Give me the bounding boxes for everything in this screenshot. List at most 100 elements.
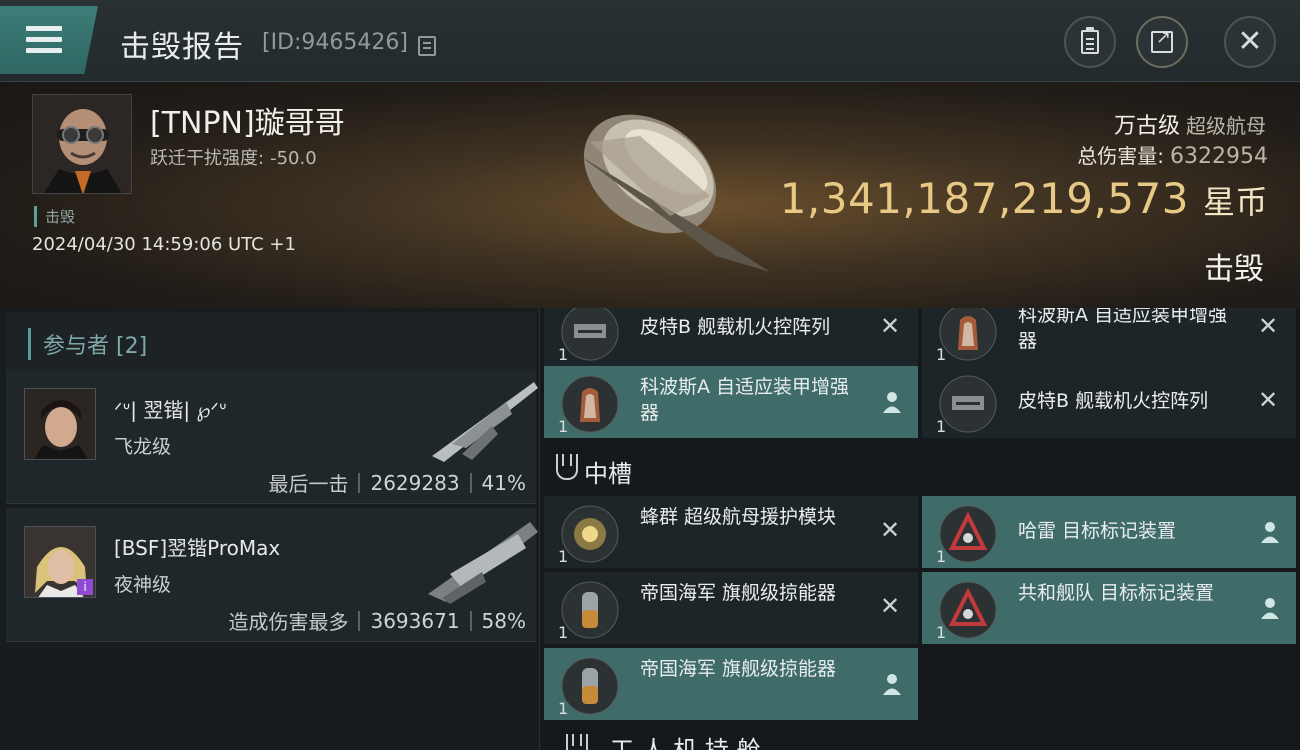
x-icon[interactable]: ✕ [1256, 388, 1280, 412]
participant-note: 造成伤害最多 [228, 610, 349, 634]
target-painter-icon [939, 505, 997, 563]
participant-card[interactable]: i [BSF]翌锴ProMax 夜神级 造成伤害最多 3693671 58% [6, 508, 538, 642]
mid-slot-section: 中槽 [544, 444, 1300, 494]
module-item[interactable]: 1 蜂群 超级航母援护模块 ✕ [544, 496, 918, 568]
warp-value: -50.0 [270, 148, 317, 169]
energy-vampire-icon [561, 581, 619, 639]
kill-id: [ID:9465426] [262, 30, 408, 55]
participant-ship: 夜神级 [114, 574, 172, 596]
module-qty: 1 [558, 623, 569, 642]
mid-slot-icon [556, 454, 578, 480]
victim-banner: [TNPN]璇哥哥 跃迁干扰强度: -50.0 击毁 2024/04/30 14:… [0, 82, 1300, 308]
person-icon[interactable] [882, 672, 902, 696]
energy-vampire-icon [561, 657, 619, 715]
module-qty: 1 [936, 345, 947, 364]
kill-datetime: 2024/04/30 14:59:06 UTC +1 [32, 234, 296, 255]
drone-bay-section: 工 人 机 持 舱 [544, 730, 1300, 750]
participant-avatar[interactable]: i [24, 526, 96, 598]
copy-icon[interactable] [418, 36, 436, 56]
divider [358, 610, 361, 631]
total-damage: 总伤害量: 6322954 [1077, 140, 1268, 169]
participant-ship-image [432, 382, 538, 462]
module-item[interactable]: 1 共和舰队 目标标记装置 [922, 572, 1296, 644]
share-button[interactable] [1136, 16, 1188, 68]
participant-avatar[interactable] [24, 388, 96, 460]
person-icon[interactable] [1260, 596, 1280, 620]
armor-hardener-icon [561, 375, 619, 433]
status-tag: 击毁 [34, 206, 75, 227]
section-label: 中槽 [584, 460, 632, 488]
module-name: 科波斯A 自适应装甲增强器 [1018, 308, 1228, 352]
share-icon [1151, 27, 1173, 53]
menu-button[interactable] [0, 6, 98, 74]
close-icon: ✕ [1237, 24, 1263, 59]
victim-avatar[interactable] [32, 94, 132, 194]
participant-note: 最后一击 [268, 472, 349, 496]
participant-card[interactable]: ᐟᐡ| 翌锴| ℘ᐟᐡ 飞龙级 最后一击 2629283 41% [6, 370, 538, 504]
module-name: 科波斯A 自适应装甲增强器 [640, 376, 850, 424]
module-name: 哈雷 目标标记装置 [1018, 520, 1177, 542]
role-badge-icon: i [77, 579, 93, 595]
support-module-icon [561, 505, 619, 563]
participant-ship-image [428, 522, 538, 604]
participant-name: ᐟᐡ| 翌锴| ℘ᐟᐡ [114, 398, 227, 422]
x-icon[interactable]: ✕ [878, 314, 902, 338]
fighter-control-icon [561, 308, 619, 361]
module-item[interactable]: 1 皮特B 舰载机火控阵列 ✕ [544, 308, 918, 366]
participant-stats: 最后一击 2629283 41% [268, 468, 526, 497]
isk-value: 1,341,187,219,573 星币 [780, 174, 1268, 223]
module-qty: 1 [936, 417, 947, 436]
menu-icon [26, 26, 62, 54]
fitting-panel: 1 皮特B 舰载机火控阵列 ✕ 1 科波斯A 自适应装甲增强器 ✕ 1 科波斯A… [544, 308, 1300, 750]
module-name: 皮特B 舰载机火控阵列 [1018, 390, 1209, 412]
victim-ship-class[interactable]: 万古级 超级航母 [1114, 108, 1266, 140]
warp-label: 跃迁干扰强度: [150, 148, 265, 169]
isk-amount: 1,341,187,219,573 [779, 174, 1189, 223]
total-damage-value: 6322954 [1170, 144, 1268, 169]
ship-type: 超级航母 [1186, 114, 1266, 138]
participant-stats: 造成伤害最多 3693671 58% [228, 606, 526, 635]
ship-name: 万古级 [1113, 114, 1180, 139]
victim-name[interactable]: [TNPN]璇哥哥 [150, 98, 345, 142]
top-bar: 击毁报告 [ID:9465426] ✕ [0, 0, 1300, 82]
participant-percent: 41% [481, 470, 526, 495]
module-item[interactable]: 1 哈雷 目标标记装置 [922, 496, 1296, 568]
armor-hardener-icon [939, 308, 997, 361]
person-icon[interactable] [1260, 520, 1280, 544]
clipboard-icon [1081, 27, 1099, 54]
participant-name: [BSF]翌锴ProMax [114, 536, 281, 560]
x-icon[interactable]: ✕ [878, 594, 902, 618]
result-label: 击毁 [1204, 252, 1264, 287]
module-qty: 1 [558, 547, 569, 566]
module-qty: 1 [558, 345, 569, 364]
divider [469, 610, 472, 631]
module-item[interactable]: 1 科波斯A 自适应装甲增强器 [544, 366, 918, 438]
module-name: 皮特B 舰载机火控阵列 [640, 316, 831, 338]
participant-percent: 58% [481, 608, 526, 633]
close-button[interactable]: ✕ [1224, 16, 1276, 68]
page-title: 击毁报告 [120, 30, 244, 65]
fighter-control-icon [939, 375, 997, 433]
module-item[interactable]: 1 科波斯A 自适应装甲增强器 ✕ [922, 308, 1296, 366]
module-name: 帝国海军 旗舰级掠能器 [640, 582, 837, 604]
x-icon[interactable]: ✕ [1256, 314, 1280, 338]
module-item[interactable]: 1 帝国海军 旗舰级掠能器 [544, 648, 918, 720]
person-icon[interactable] [882, 390, 902, 414]
participant-damage: 3693671 [370, 608, 460, 633]
participants-header: 参与者 [2] [6, 312, 536, 370]
module-name: 共和舰队 目标标记装置 [1018, 582, 1215, 604]
participant-ship: 飞龙级 [114, 436, 172, 458]
victim-ship-image [580, 114, 770, 272]
module-name: 蜂群 超级航母援护模块 [640, 506, 837, 528]
report-button[interactable] [1064, 16, 1116, 68]
x-icon[interactable]: ✕ [878, 518, 902, 542]
module-item[interactable]: 1 皮特B 舰载机火控阵列 ✕ [922, 366, 1296, 438]
module-qty: 1 [936, 547, 947, 566]
module-name: 帝国海军 旗舰级掠能器 [640, 658, 837, 680]
divider [469, 472, 472, 493]
module-item[interactable]: 1 帝国海军 旗舰级掠能器 ✕ [544, 572, 918, 644]
total-damage-label: 总伤害量: [1077, 144, 1165, 168]
isk-unit: 星币 [1202, 183, 1268, 221]
module-qty: 1 [936, 623, 947, 642]
divider [358, 472, 361, 493]
